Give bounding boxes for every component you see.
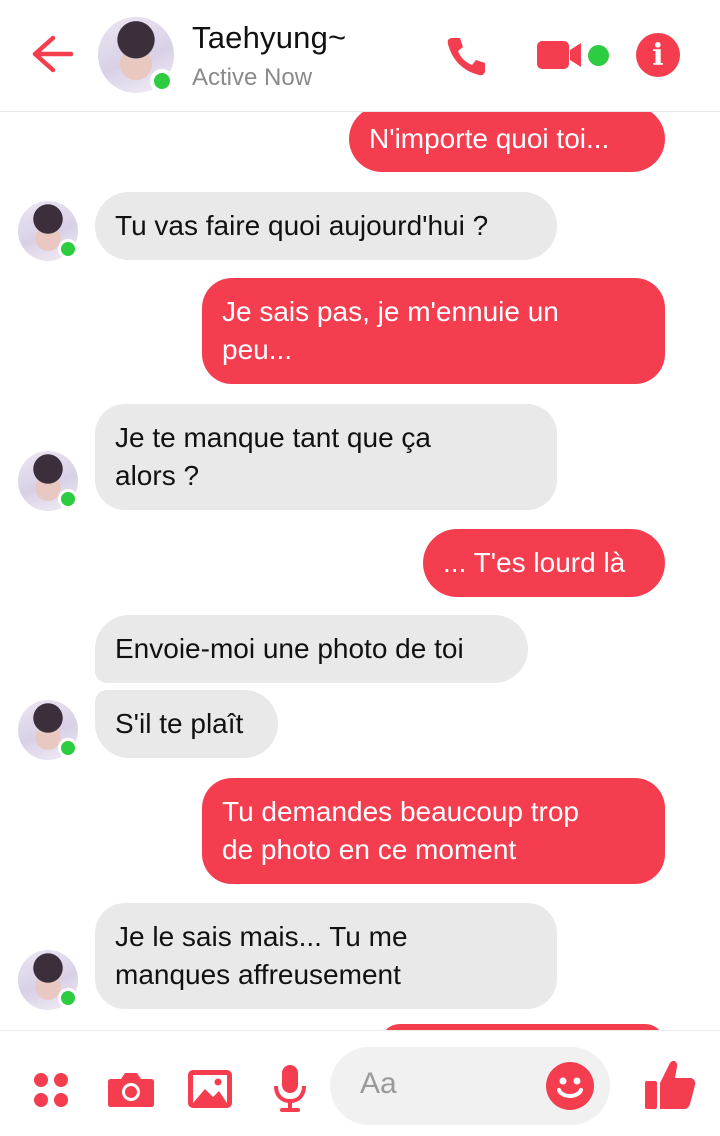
online-indicator — [58, 489, 78, 509]
online-indicator — [150, 69, 174, 93]
sent-message-bubble[interactable]: Tu demandes beaucoup trop de photo en ce … — [202, 778, 665, 884]
message-text: S'il te plaît — [115, 708, 244, 739]
video-online-indicator — [588, 45, 609, 66]
message-input-placeholder: Aa — [360, 1067, 397, 1100]
online-indicator — [58, 738, 78, 758]
message-input[interactable]: Aa — [330, 1047, 610, 1125]
message-text: Tu demandes beaucoup trop de photo en ce … — [222, 796, 579, 865]
sent-message-bubble[interactable]: N'importe quoi toi... — [349, 106, 665, 172]
message-text: Je le sais mais... Tu me manques affreuse… — [115, 921, 408, 990]
received-message-bubble[interactable]: Je te manque tant que ça alors ? — [95, 404, 557, 510]
emoji-icon[interactable] — [546, 1062, 594, 1110]
message-text: Je sais pas, je m'ennuie un peu... — [222, 296, 559, 365]
message-text: Envoie-moi une photo de toi — [115, 633, 464, 664]
received-message-bubble[interactable]: Envoie-moi une photo de toi — [95, 615, 528, 683]
apps-grid-icon[interactable] — [28, 1067, 74, 1113]
thumbs-up-icon[interactable] — [640, 1055, 700, 1115]
info-icon[interactable]: i — [636, 33, 680, 77]
image-icon[interactable] — [186, 1067, 234, 1111]
contact-name[interactable]: Taehyung~ — [192, 20, 346, 56]
message-text: N'importe quoi toi... — [369, 123, 610, 154]
received-message-bubble[interactable]: S'il te plaît — [95, 690, 278, 758]
received-message-bubble[interactable]: Tu vas faire quoi aujourd'hui ? — [95, 192, 557, 260]
phone-icon[interactable] — [440, 30, 492, 82]
sent-message-bubble[interactable]: Je sais pas, je m'ennuie un peu... — [202, 278, 665, 384]
online-indicator — [58, 239, 78, 259]
camera-icon[interactable] — [106, 1067, 156, 1111]
back-arrow-icon[interactable] — [28, 30, 76, 78]
message-text: ... T'es lourd là — [443, 547, 626, 578]
video-camera-icon[interactable] — [532, 30, 586, 80]
message-text: Je te manque tant que ça alors ? — [115, 422, 431, 491]
microphone-icon[interactable] — [268, 1063, 312, 1113]
message-text: Tu vas faire quoi aujourd'hui ? — [115, 210, 489, 241]
received-message-bubble[interactable]: Je le sais mais... Tu me manques affreuse… — [95, 903, 557, 1009]
online-indicator — [58, 988, 78, 1008]
composer-bar: Aa — [0, 1030, 720, 1136]
contact-status: Active Now — [192, 64, 313, 91]
sent-message-bubble[interactable]: ... T'es lourd là — [423, 529, 665, 597]
chat-header: Taehyung~ Active Now i — [0, 0, 720, 112]
